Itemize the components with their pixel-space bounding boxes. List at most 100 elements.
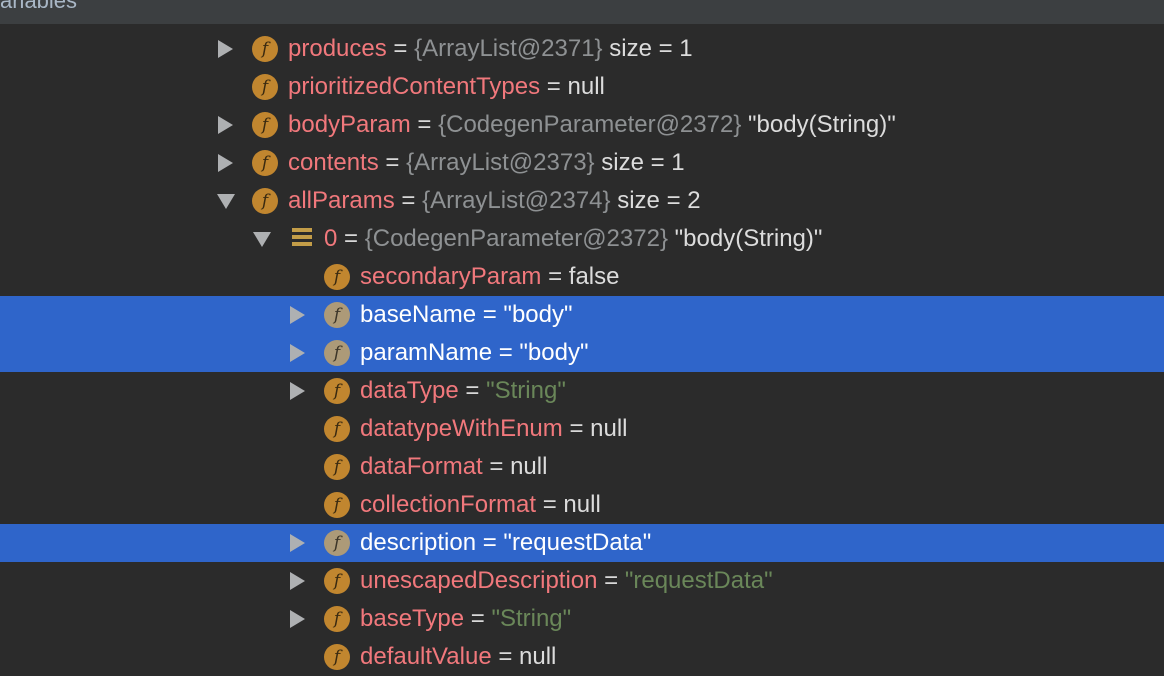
variables-panel-header: ariables: [0, 0, 1164, 24]
variable-value: null: [510, 453, 548, 480]
variable-name: description: [360, 529, 477, 556]
expand-arrow-icon[interactable]: [290, 344, 305, 362]
tree-row-paramName[interactable]: f paramName = "body": [0, 334, 1164, 372]
field-icon: f: [252, 150, 278, 176]
tree-row-prioritizedContentTypes[interactable]: f prioritizedContentTypes = null: [0, 68, 1164, 106]
variable-value: "String": [486, 377, 566, 404]
variable-value: "requestData": [503, 529, 652, 556]
equals-sign: =: [378, 149, 407, 176]
field-icon: f: [324, 644, 350, 670]
tree-row-baseName[interactable]: f baseName = "body": [0, 296, 1164, 334]
expand-arrow-icon[interactable]: [290, 534, 305, 552]
variable-name: allParams: [288, 187, 395, 214]
object-reference: {ArrayList@2374}: [422, 187, 611, 214]
variable-name: secondaryParam: [360, 263, 542, 290]
equals-sign: =: [410, 111, 439, 138]
equals-sign: =: [492, 339, 520, 366]
equals-sign: =: [476, 529, 504, 556]
equals-sign: =: [541, 263, 569, 290]
variable-name: 0: [324, 225, 338, 252]
tree-row-dataFormat[interactable]: f dataFormat = null: [0, 448, 1164, 486]
variable-value: "body": [519, 339, 589, 366]
variable-name: baseName: [360, 301, 477, 328]
field-icon: f: [324, 568, 350, 594]
variable-value: null: [567, 73, 605, 100]
variable-name: datatypeWithEnum: [360, 415, 563, 442]
panel-title: ariables: [0, 0, 78, 13]
tree-row-baseType[interactable]: f baseType = "String": [0, 600, 1164, 638]
variable-name: unescapedDescription: [360, 567, 598, 594]
variable-name: bodyParam: [288, 111, 411, 138]
expand-arrow-icon[interactable]: [218, 116, 233, 134]
variable-value: size = 1: [594, 149, 685, 176]
variable-value: false: [568, 263, 620, 290]
variable-name: dataType: [360, 377, 459, 404]
expand-arrow-icon[interactable]: [290, 610, 305, 628]
field-icon: f: [252, 112, 278, 138]
expand-arrow-icon[interactable]: [290, 572, 305, 590]
field-icon: f: [252, 74, 278, 100]
expand-arrow-icon[interactable]: [218, 154, 233, 172]
field-icon: f: [324, 340, 350, 366]
variable-name: dataFormat: [360, 453, 483, 480]
equals-sign: =: [536, 491, 564, 518]
field-icon: f: [252, 188, 278, 214]
variable-value: "body(String)": [741, 111, 896, 138]
variable-name: produces: [288, 35, 387, 62]
field-icon: f: [324, 416, 350, 442]
object-reference: {ArrayList@2371}: [414, 35, 603, 62]
field-icon: f: [324, 264, 350, 290]
tree-row-bodyParam[interactable]: f bodyParam = {CodegenParameter@2372} "b…: [0, 106, 1164, 144]
tree-row-element-0[interactable]: 0 = {CodegenParameter@2372} "body(String…: [0, 220, 1164, 258]
variable-value: null: [590, 415, 628, 442]
equals-sign: =: [482, 453, 511, 480]
equals-sign: =: [458, 377, 487, 404]
variable-name: baseType: [360, 605, 465, 632]
expand-arrow-icon[interactable]: [218, 40, 233, 58]
equals-sign: =: [562, 415, 591, 442]
variable-value: size = 1: [602, 35, 693, 62]
variable-name: prioritizedContentTypes: [288, 73, 541, 100]
expand-arrow-icon[interactable]: [290, 382, 305, 400]
equals-sign: =: [394, 187, 423, 214]
variable-value: size = 2: [610, 187, 701, 214]
variable-value: null: [563, 491, 601, 518]
object-reference: {CodegenParameter@2372}: [364, 225, 668, 252]
collapse-arrow-icon[interactable]: [217, 194, 235, 209]
tree-row-dataType[interactable]: f dataType = "String": [0, 372, 1164, 410]
equals-sign: =: [386, 35, 415, 62]
variable-name: collectionFormat: [360, 491, 537, 518]
equals-sign: =: [540, 73, 568, 100]
expand-arrow-icon[interactable]: [290, 306, 305, 324]
tree-row-contents[interactable]: f contents = {ArrayList@2373} size = 1: [0, 144, 1164, 182]
variable-name: contents: [288, 149, 379, 176]
field-icon: f: [324, 378, 350, 404]
equals-sign: =: [476, 301, 504, 328]
variable-value: "String": [491, 605, 572, 632]
tree-row-secondaryParam[interactable]: f secondaryParam = false: [0, 258, 1164, 296]
tree-row-collectionFormat[interactable]: f collectionFormat = null: [0, 486, 1164, 524]
tree-row-description[interactable]: f description = "requestData": [0, 524, 1164, 562]
equals-sign: =: [464, 605, 492, 632]
field-icon: f: [324, 530, 350, 556]
field-icon: f: [324, 302, 350, 328]
collapse-arrow-icon[interactable]: [253, 232, 271, 247]
tree-row-defaultValue[interactable]: f defaultValue = null: [0, 638, 1164, 676]
array-element-icon: [292, 228, 312, 250]
tree-row-produces[interactable]: f produces = {ArrayList@2371} size = 1: [0, 30, 1164, 68]
tree-row-allParams[interactable]: f allParams = {ArrayList@2374} size = 2: [0, 182, 1164, 220]
tree-row-datatypeWithEnum[interactable]: f datatypeWithEnum = null: [0, 410, 1164, 448]
variable-value: "requestData": [624, 567, 773, 594]
variables-tree: f produces = {ArrayList@2371} size = 1 f…: [0, 30, 1164, 676]
object-reference: {CodegenParameter@2372}: [438, 111, 742, 138]
object-reference: {ArrayList@2373}: [406, 149, 595, 176]
variable-value: "body(String)": [667, 225, 823, 252]
field-icon: f: [324, 492, 350, 518]
field-icon: f: [324, 454, 350, 480]
field-icon: f: [324, 606, 350, 632]
variable-value: "body": [503, 301, 573, 328]
field-icon: f: [252, 36, 278, 62]
equals-sign: =: [597, 567, 625, 594]
tree-row-unescapedDescription[interactable]: f unescapedDescription = "requestData": [0, 562, 1164, 600]
variable-name: paramName: [360, 339, 493, 366]
